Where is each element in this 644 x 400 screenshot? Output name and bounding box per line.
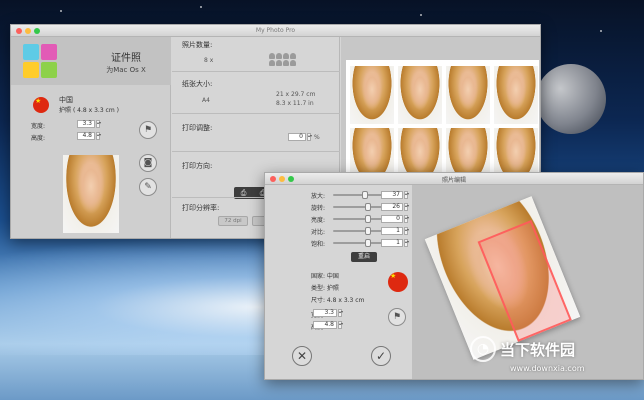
star [200,6,202,8]
watermark-url: www.downxia.com [510,364,585,373]
window-title: My Photo Pro [255,27,296,34]
height-input[interactable]: 4.8 [313,321,337,329]
sheet-photo [494,66,538,124]
adjust-label: 旋转: [311,205,326,212]
star [60,10,62,12]
slider-knob[interactable] [365,227,371,235]
adjust-label: 对比: [311,229,326,236]
app-subtitle: 为Mac Os X [106,66,146,74]
type-info: 类型: 护照 [311,285,339,292]
photo-layout-icon[interactable] [269,53,296,66]
divider [172,71,340,72]
height-stepper[interactable]: ▴▾ [338,321,343,329]
app-title: 证件照 [111,53,141,64]
height-label: 高度: [31,135,46,142]
paper-size-in: 8.3 x 11.7 in [276,100,314,107]
divider [172,113,340,114]
paper-size-cm: 21 x 29.7 cm [276,91,316,98]
slider-knob[interactable] [365,215,371,223]
china-flag-icon[interactable] [33,97,49,113]
height-stepper[interactable]: ▴▾ [96,132,101,140]
adjust-label: 亮度: [311,217,326,224]
flag-icon: ⚑ [392,312,402,322]
flag-button[interactable]: ⚑ [388,308,406,326]
adjust-stepper[interactable]: ▴▾ [404,191,409,199]
app-logo [23,44,57,78]
adjust-value-input[interactable]: 26 [381,203,403,211]
camera-button[interactable]: ◙ [139,154,157,172]
dropper-button[interactable]: ✎ [139,178,157,196]
photo-count-label: 照片数量: [182,41,213,49]
editor-titlebar: 照片编辑 [265,173,643,185]
paper-size-name: A4 [202,97,210,104]
country-info: 国家: 中国 [311,273,339,280]
print-adjust-label: 打印调整: [182,124,213,132]
resolution-72dpi-button[interactable]: 72 dpi [218,216,248,226]
doc-type: 护照 ( 4.8 x 3.3 cm ) [59,105,119,114]
doc-size: ( 4.8 x 3.3 cm ) [72,107,119,114]
desktop-planet [536,64,606,134]
width-label: 宽度: [31,123,46,130]
check-icon: ✓ [375,349,387,363]
watermark-brand: 当下软件园 [500,340,576,359]
camera-icon: ◙ [143,158,153,168]
photo-settings-panel: 证件照 为Mac Os X 中国 护照 ( 4.8 x 3.3 cm ) 宽度:… [11,37,171,238]
country-name: 中国 [59,96,73,104]
photo-count-value: 8 x [204,57,214,64]
slider-knob[interactable] [365,239,371,247]
adjust-label: 放大: [311,193,326,200]
adjust-stepper[interactable]: ▴▾ [404,203,409,211]
sheet-photo [398,66,442,124]
adjust-stepper[interactable]: ▴▾ [404,215,409,223]
adjust-stepper[interactable]: ▴▾ [404,227,409,235]
watermark-logo-icon: ◔ [470,336,496,362]
height-input[interactable]: 4.8 [77,132,95,140]
adjust-value-input[interactable]: 1 [381,227,403,235]
slider-knob[interactable] [361,191,368,199]
star [600,30,602,32]
close-icon: ✕ [296,349,308,363]
flag-icon: ⚑ [143,125,153,135]
adjust-value-input[interactable]: 0 [381,215,403,223]
id-photo-preview[interactable] [63,155,119,233]
app-header: 证件照 为Mac Os X [11,37,171,85]
width-input[interactable]: 3.3 [77,120,95,128]
confirm-button[interactable]: ✓ [371,346,391,366]
sheet-photo [446,66,490,124]
main-titlebar: My Photo Pro [11,25,540,37]
print-adjust-unit: % [314,134,320,141]
adjust-value-input[interactable]: 37 [381,191,403,199]
adjust-label: 饱和: [311,241,326,248]
adjust-value-input[interactable]: 1 [381,239,403,247]
dropper-icon: ✎ [144,182,152,192]
flag-button[interactable]: ⚑ [139,121,157,139]
paper-size-label: 纸张大小: [182,80,213,88]
china-flag-icon[interactable] [388,272,408,292]
width-stepper[interactable]: ▴▾ [96,120,101,128]
print-resolution-label: 打印分辨率: [182,204,220,212]
print-direction-label: 打印方向: [182,162,213,170]
size-info: 尺寸: 4.8 x 3.3 cm [311,297,365,304]
sheet-photo [350,66,394,124]
slider-knob[interactable] [365,203,371,211]
width-stepper[interactable]: ▴▾ [338,309,343,317]
print-adjust-input[interactable]: 0 [288,133,306,141]
reset-button[interactable]: 重启 [351,252,377,262]
doc-type-label: 护照 [59,107,72,114]
star [420,14,422,16]
window-title: 照片编辑 [441,177,466,184]
width-input[interactable]: 3.3 [313,309,337,317]
divider [172,151,340,152]
watermark: ◔ 当下软件园 [470,336,575,362]
cancel-button[interactable]: ✕ [292,346,312,366]
print-adjust-stepper[interactable]: ▴▾ [307,133,312,141]
photo-editor-window: 照片编辑 放大: 37 ▴▾ 旋转: 26 ▴▾ 亮度: 0 ▴▾ 对比: 1 ▴▾ 饱和: 1 ▴▾ 重启… [264,172,644,380]
adjust-stepper[interactable]: ▴▾ [404,239,409,247]
